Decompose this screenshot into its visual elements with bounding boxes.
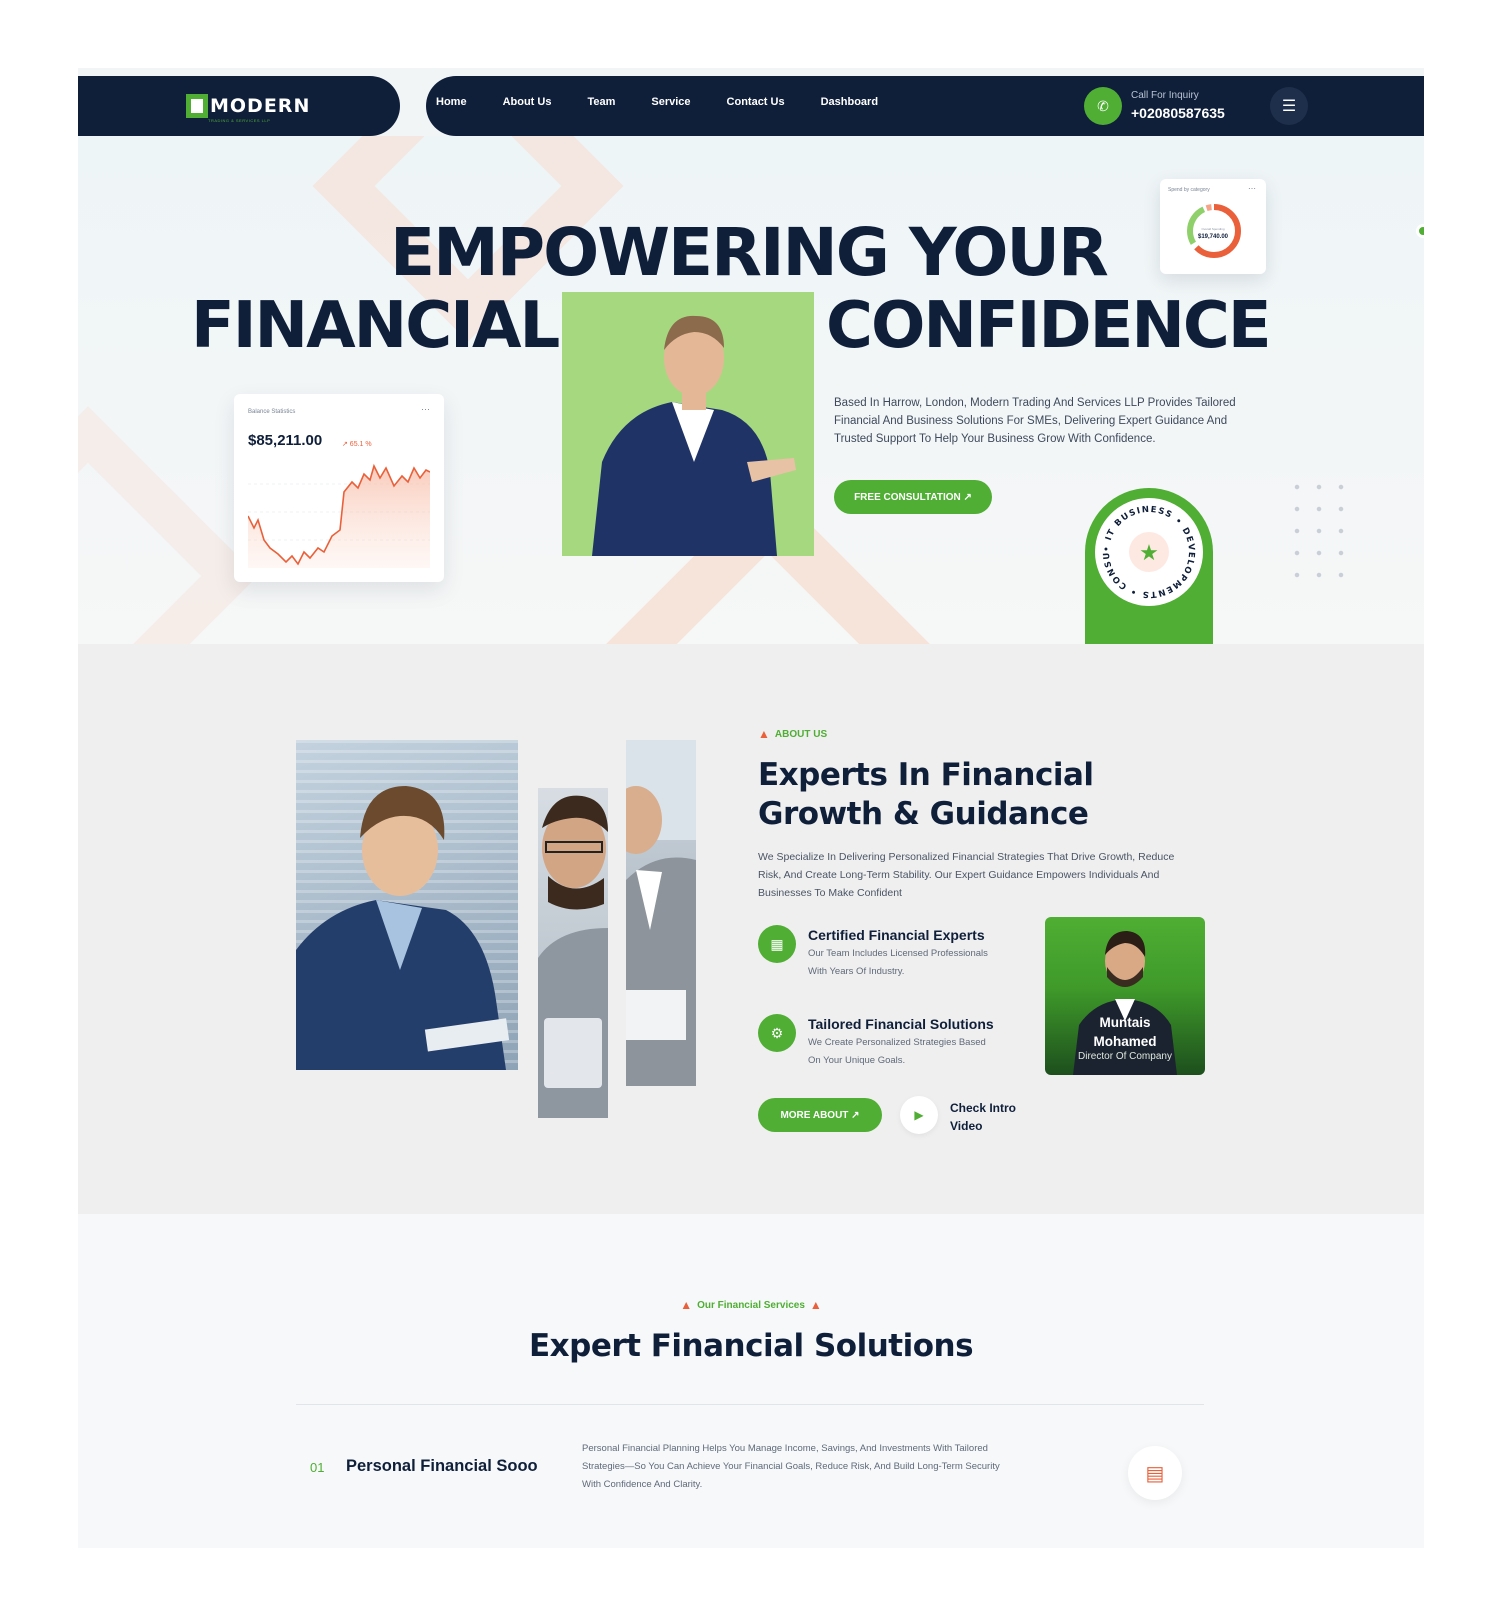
balance-statistics-card: Balance Statistics ⋯ $85,211.00 ↗ 65.1 %: [234, 394, 444, 582]
about-section: ▲ ABOUT US Experts In Financial Growth &…: [78, 644, 1424, 1214]
decorative-dot-grid: [1286, 476, 1346, 586]
call-label: Call For Inquiry: [1131, 90, 1199, 101]
chart-growth-icon: ▲: [680, 1298, 693, 1312]
financial-planning-icon[interactable]: ▤: [1128, 1446, 1182, 1500]
more-options-icon[interactable]: ⋯: [1248, 184, 1256, 193]
nav-service[interactable]: Service: [651, 96, 690, 108]
consultants-badge: • IT BUSINESS • DEVELOPMENTS • CONSULTAN…: [1085, 488, 1213, 644]
spend-by-category-card: Spend by category ⋯ Overall Spending $19…: [1160, 179, 1266, 274]
nav-team[interactable]: Team: [587, 96, 615, 108]
about-photo-main: [296, 740, 518, 1070]
services-title: Expert Financial Solutions: [528, 1328, 974, 1364]
page: MODERN TRADING & SERVICES LLP Home About…: [78, 68, 1424, 1548]
balance-line-chart: [248, 463, 430, 568]
rotating-text-badge: • IT BUSINESS • DEVELOPMENTS • CONSULTAN…: [1091, 494, 1203, 606]
hero-headline-word-left: FINANCIAL: [191, 289, 560, 363]
feature-title: Tailored Financial Solutions: [808, 1016, 994, 1032]
balance-amount: $85,211.00: [248, 432, 323, 449]
nav-about-us[interactable]: About Us: [503, 96, 552, 108]
service-title[interactable]: Personal Financial Sooo: [346, 1457, 538, 1476]
chart-growth-icon: ▲: [809, 1298, 822, 1312]
spend-card-amount: $19,740.00: [1197, 234, 1229, 240]
balance-card-title: Balance Statistics: [248, 409, 296, 415]
about-eyebrow: ▲ ABOUT US: [758, 727, 827, 741]
nav-dashboard[interactable]: Dashboard: [821, 96, 878, 108]
spend-card-sublabel: Overall Spending: [1201, 227, 1225, 231]
about-photo-strip-1: [538, 788, 608, 1118]
feature-description: We Create Personalized Strategies Based …: [808, 1037, 986, 1066]
feature-title: Certified Financial Experts: [808, 927, 985, 943]
phone-icon[interactable]: ✆: [1084, 87, 1122, 125]
menu-icon[interactable]: ☰: [1270, 87, 1308, 125]
about-description: We Specialize In Delivering Personalized…: [758, 851, 1175, 899]
logo-text: MODERN: [210, 95, 311, 117]
hero-section: EMPOWERING YOUR FINANCIAL CONFIDENCE Spe…: [78, 136, 1424, 644]
chart-growth-icon: ▲: [758, 727, 770, 741]
director-name-line1: Muntais: [1099, 1015, 1151, 1030]
logo-mark-icon: [186, 94, 208, 118]
tailored-solutions-icon: ⚙: [758, 1014, 796, 1052]
hero-headline-line1: EMPOWERING YOUR: [390, 214, 1109, 291]
divider: [296, 1404, 1204, 1405]
spend-card-title: Spend by category: [1168, 187, 1210, 193]
about-eyebrow-text: ABOUT US: [774, 728, 828, 740]
services-eyebrow: ▲ Our Financial Services ▲: [676, 1298, 826, 1312]
call-number[interactable]: +02080587635: [1131, 105, 1225, 121]
check-intro-video-link[interactable]: Check Intro Video: [950, 1099, 1030, 1135]
service-description: Personal Financial Planning Helps You Ma…: [582, 1443, 1000, 1490]
certified-experts-icon: ▦: [758, 925, 796, 963]
nav-contact-us[interactable]: Contact Us: [727, 96, 785, 108]
director-name-line2: Mohamed: [1093, 1034, 1157, 1049]
about-title-line2: Growth & Guidance: [758, 796, 1089, 832]
logo-bar: MODERN TRADING & SERVICES LLP: [78, 76, 400, 136]
logo-subtitle: TRADING & SERVICES LLP: [208, 118, 271, 123]
free-consultation-button[interactable]: FREE CONSULTATION ↗: [834, 480, 992, 514]
hero-headline-word-right: CONFIDENCE: [826, 289, 1272, 363]
spend-donut-chart: [1187, 204, 1241, 258]
director-role: Director Of Company: [1078, 1051, 1172, 1062]
hero-decoration: [78, 406, 258, 644]
balance-change: ↗ 65.1 %: [342, 441, 372, 448]
more-options-icon[interactable]: ⋯: [421, 404, 430, 415]
play-icon[interactable]: ▶: [900, 1096, 938, 1134]
more-about-button[interactable]: MORE ABOUT ↗: [758, 1098, 882, 1132]
about-photo-strip-2: [626, 740, 696, 1086]
services-eyebrow-text: Our Financial Services: [697, 1299, 805, 1311]
brand-logo[interactable]: MODERN: [186, 94, 310, 118]
feature-description: Our Team Includes Licensed Professionals…: [808, 948, 988, 977]
service-number: 01: [310, 1460, 325, 1475]
director-card: Muntais Mohamed Director Of Company: [1045, 917, 1205, 1075]
star-icon: ★: [1139, 540, 1159, 565]
about-title: Experts In Financial Growth & Guidance: [758, 756, 1094, 834]
nav-home[interactable]: Home: [436, 96, 467, 108]
slider-indicator-dot[interactable]: [1416, 224, 1424, 238]
about-title-line1: Experts In Financial: [758, 757, 1094, 793]
director-name: Muntais Mohamed: [1045, 1013, 1205, 1051]
hero-businessman-photo: [562, 292, 814, 556]
nav-links: Home About Us Team Service Contact Us Da…: [436, 96, 914, 108]
hero-description: Based In Harrow, London, Modern Trading …: [834, 397, 1236, 445]
services-section: ▲ Our Financial Services ▲ Expert Financ…: [78, 1214, 1424, 1548]
